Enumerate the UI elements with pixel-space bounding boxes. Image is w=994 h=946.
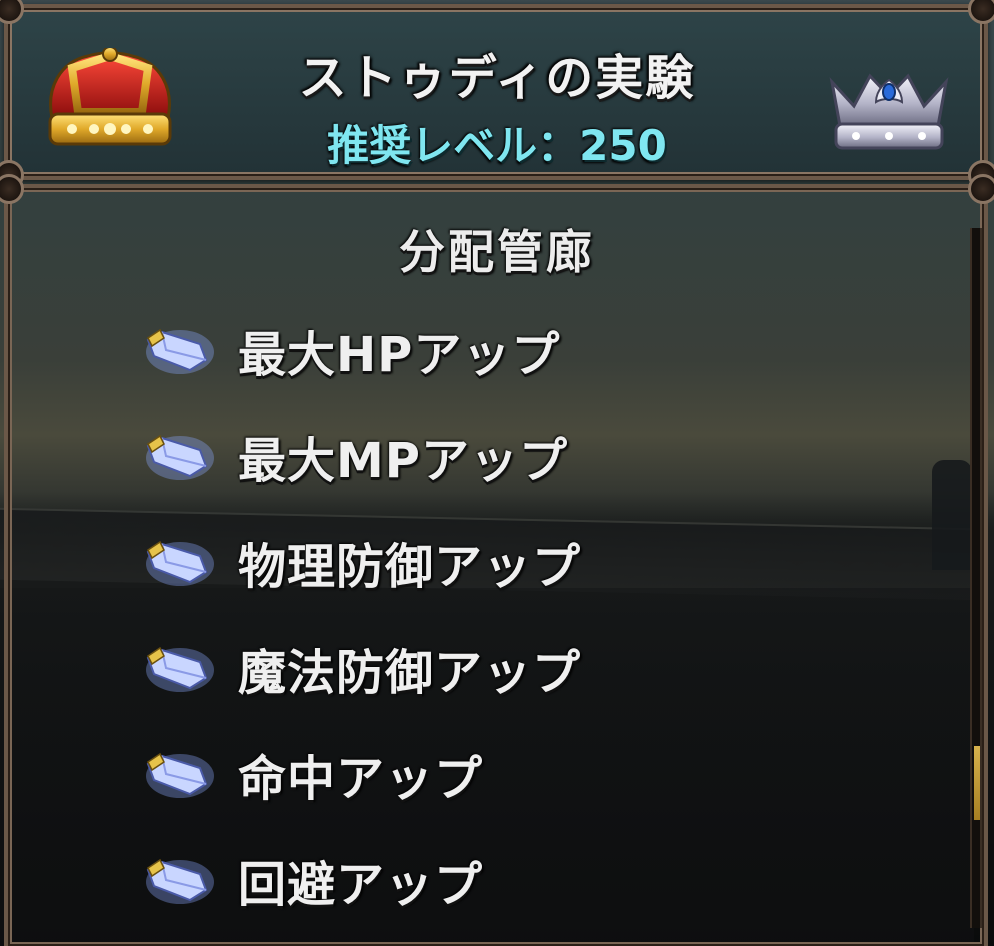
frame-corner-ornament <box>0 0 24 24</box>
list-item[interactable]: 物理防御アップ <box>140 522 700 602</box>
section-title: 分配管廊 <box>399 225 595 279</box>
crystal-gem-icon <box>146 646 214 692</box>
recommended-level: 推奨レベル：250 <box>327 121 667 170</box>
list-item-label: 最大HPアップ <box>238 327 561 383</box>
list-item[interactable]: 命中アップ <box>140 734 700 814</box>
scrollbar-thumb[interactable] <box>974 746 980 820</box>
frame-corner-ornament <box>968 0 994 24</box>
list-item-label: 魔法防御アップ <box>238 645 582 701</box>
dungeon-title: ストゥディの実験 <box>298 50 696 106</box>
list-item-label: 命中アップ <box>238 751 484 807</box>
list-item[interactable]: 最大MPアップ <box>140 416 700 496</box>
crystal-gem-icon <box>146 752 214 798</box>
frame-corner-ornament <box>0 174 24 204</box>
list-item[interactable]: 最大HPアップ <box>140 310 700 390</box>
frame-corner-ornament <box>968 174 994 204</box>
scrollbar-track[interactable] <box>970 228 982 928</box>
list-item-label: 最大MPアップ <box>238 433 568 489</box>
list-item[interactable]: 回避アップ <box>140 840 700 920</box>
crystal-gem-icon <box>146 328 214 374</box>
crystal-gem-icon <box>146 434 214 480</box>
list-item-label: 物理防御アップ <box>238 539 582 595</box>
list-item[interactable]: 魔法防御アップ <box>140 628 700 708</box>
crystal-gem-icon <box>146 858 214 904</box>
crystal-gem-icon <box>146 540 214 586</box>
list-item-label: 回避アップ <box>238 857 484 913</box>
